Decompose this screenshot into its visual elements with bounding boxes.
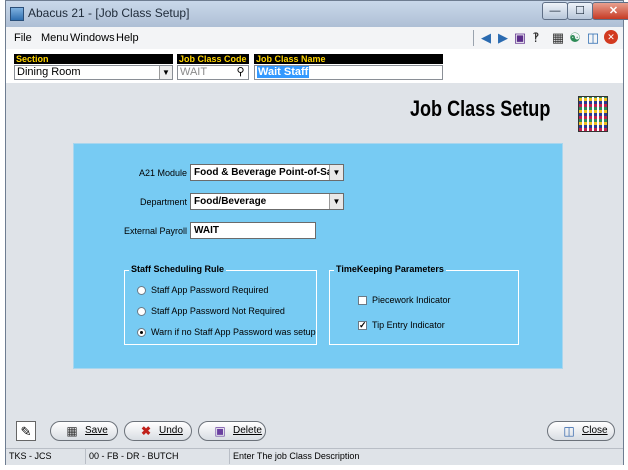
section-label: Section <box>14 54 173 64</box>
title-bar[interactable]: Abacus 21 - [Job Class Setup] — ☐ ✕ <box>6 1 628 27</box>
timekeeping-group: TimeKeeping Parameters Piecework Indicat… <box>329 264 519 345</box>
department-select[interactable]: Food/Beverage ▼ <box>190 193 344 210</box>
status-module: TKS - JCS <box>6 449 86 464</box>
menu-help[interactable]: Help <box>116 32 139 44</box>
window-title: Abacus 21 - [Job Class Setup] <box>28 6 190 20</box>
department-label: Department <box>139 197 187 207</box>
external-payroll-value: WAIT <box>194 225 219 236</box>
abacus-logo <box>578 96 608 132</box>
book-icon[interactable]: ▣ <box>513 30 527 45</box>
exit-person-icon[interactable]: ☯ <box>568 30 582 45</box>
arrow-left-icon[interactable]: ◀ <box>479 30 493 45</box>
calculator-icon[interactable]: ▦ <box>551 30 565 45</box>
search-icon[interactable]: ⚲ <box>234 66 247 79</box>
job-class-form-panel: A21 Module Food & Beverage Point-of-Sale… <box>73 143 563 369</box>
door-exit-icon[interactable]: ◫ <box>586 30 600 45</box>
chevron-down-icon[interactable]: ▼ <box>329 194 343 209</box>
save-icon: ▦ <box>66 424 78 438</box>
arrow-right-icon[interactable]: ▶ <box>496 30 510 45</box>
main-content: Job Class Setup A21 Module Food & Bevera… <box>6 83 623 416</box>
option-label: Staff App Password Not Required <box>151 306 285 316</box>
menu-bar: File Menu Windows Help ◀ ▶ ▣ ‽ ▦ ☯ ◫ ✕ <box>6 27 623 50</box>
a21-module-label: A21 Module <box>138 168 187 178</box>
job-class-code-value: WAIT <box>180 66 208 78</box>
external-payroll-label: External Payroll <box>123 226 187 236</box>
menu-menu[interactable]: Menu <box>41 32 69 44</box>
save-label: Save <box>85 425 108 436</box>
option-label: Warn if no Staff App Password was setup <box>151 327 316 337</box>
save-button[interactable]: ▦ Save <box>50 421 118 441</box>
undo-label: Undo <box>159 425 183 436</box>
job-class-code-field[interactable]: WAIT ⚲ <box>177 65 249 80</box>
option-label: Staff App Password Required <box>151 285 269 295</box>
department-value: Food/Beverage <box>194 196 267 207</box>
delete-button[interactable]: ▣ Delete <box>198 421 266 441</box>
radio-button[interactable] <box>137 307 146 317</box>
job-class-name-value: Wait Staff <box>257 66 310 78</box>
section-value: Dining Room <box>17 66 81 78</box>
status-bar: TKS - JCS 00 - FB - DR - BUTCH Enter The… <box>6 448 623 465</box>
a21-module-value: Food & Beverage Point-of-Sale <box>194 167 341 178</box>
action-bar: ✎ ▦ Save ✖ Undo ▣ Delete ◫ Close <box>6 416 623 448</box>
page-title: Job Class Setup <box>410 96 551 121</box>
close-red-icon[interactable]: ✕ <box>604 30 618 44</box>
maximize-button[interactable]: ☐ <box>567 2 593 20</box>
undo-button[interactable]: ✖ Undo <box>124 421 192 441</box>
job-class-code-label: Job Class Code <box>177 54 249 64</box>
toolbar-separator <box>473 30 474 46</box>
timekeeping-title: TimeKeeping Parameters <box>334 264 446 274</box>
undo-x-icon: ✖ <box>140 424 152 438</box>
scheduling-option-required[interactable]: Staff App Password Required <box>137 285 268 296</box>
radio-button[interactable] <box>137 286 146 296</box>
chevron-down-icon[interactable]: ▼ <box>329 165 343 180</box>
minimize-button[interactable]: — <box>542 2 568 20</box>
chevron-down-icon[interactable]: ▼ <box>159 66 172 79</box>
option-label: Tip Entry Indicator <box>372 320 445 330</box>
close-window-button[interactable]: ✕ <box>592 2 628 20</box>
scheduling-option-warn[interactable]: Warn if no Staff App Password was setup <box>137 327 316 338</box>
checkbox-checked[interactable]: ✓ <box>358 321 367 331</box>
record-header: Section Dining Room ▼ Job Class Code WAI… <box>6 49 623 83</box>
app-icon <box>10 7 24 21</box>
menu-file[interactable]: File <box>14 32 32 44</box>
staff-scheduling-group: Staff Scheduling Rule Staff App Password… <box>124 264 317 345</box>
door-exit-icon: ◫ <box>563 424 575 438</box>
app-window: Abacus 21 - [Job Class Setup] — ☐ ✕ File… <box>5 0 628 465</box>
piecework-indicator[interactable]: Piecework Indicator <box>358 295 451 306</box>
scheduling-option-not-required[interactable]: Staff App Password Not Required <box>137 306 285 317</box>
job-class-name-label: Job Class Name <box>254 54 443 64</box>
a21-module-select[interactable]: Food & Beverage Point-of-Sale ▼ <box>190 164 344 181</box>
section-select[interactable]: Dining Room ▼ <box>14 65 173 80</box>
menu-windows[interactable]: Windows <box>70 32 115 44</box>
delete-icon: ▣ <box>214 424 226 438</box>
status-session: 00 - FB - DR - BUTCH <box>86 449 230 464</box>
status-message: Enter The job Class Description <box>233 451 360 461</box>
notes-icon[interactable]: ✎ <box>16 421 36 441</box>
option-label: Piecework Indicator <box>372 295 451 305</box>
close-label: Close <box>582 425 608 436</box>
tip-entry-indicator[interactable]: ✓ Tip Entry Indicator <box>358 320 445 331</box>
job-class-name-field[interactable]: Wait Staff <box>254 65 443 80</box>
question-icon[interactable]: ‽ <box>529 30 543 45</box>
external-payroll-input[interactable]: WAIT <box>190 222 316 239</box>
radio-button-selected[interactable] <box>137 328 146 338</box>
close-button[interactable]: ◫ Close <box>547 421 615 441</box>
checkbox[interactable] <box>358 296 367 306</box>
delete-label: Delete <box>233 425 262 436</box>
staff-scheduling-title: Staff Scheduling Rule <box>129 264 227 274</box>
